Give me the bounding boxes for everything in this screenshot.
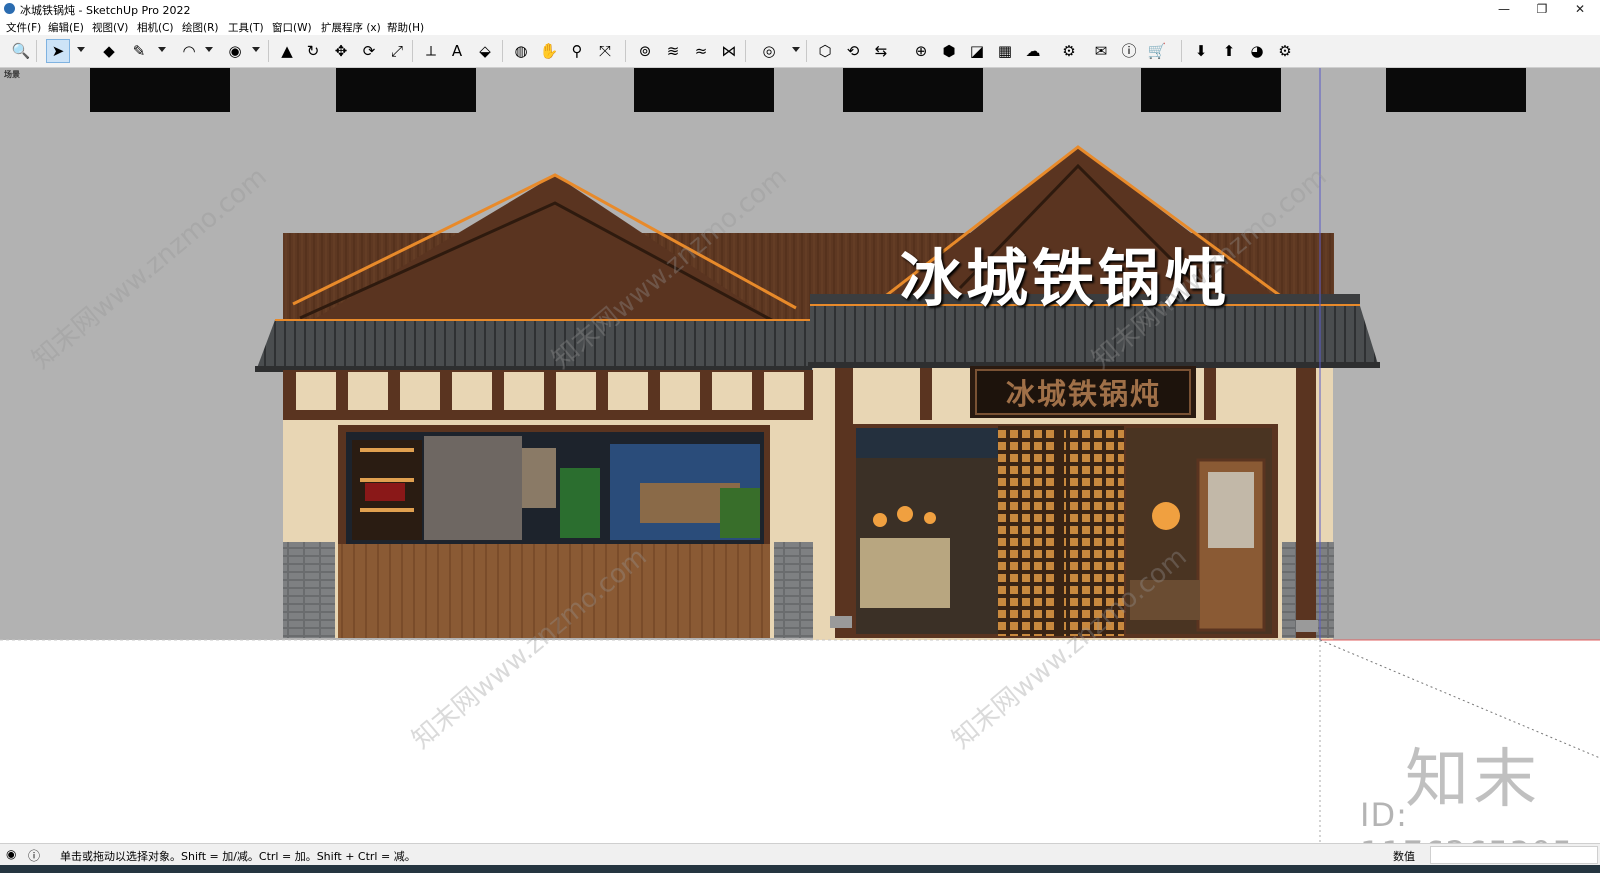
id-watermark: ID: 1176265305 — [1360, 796, 1573, 843]
window-title: 冰城铁锅炖 - SketchUp Pro 2022 — [20, 4, 191, 17]
shopping-cart-icon[interactable]: 🛒 — [1146, 40, 1168, 62]
toolbar-separator — [268, 40, 269, 62]
palette-icon[interactable]: ◕ — [1246, 40, 1268, 62]
scale-icon[interactable]: ⤢ — [386, 40, 408, 62]
menu-camera[interactable]: 相机(C) — [137, 20, 174, 35]
menu-file[interactable]: 文件(F) — [6, 20, 41, 35]
menu-view[interactable]: 视图(V) — [92, 20, 128, 35]
layout-icon[interactable]: ◪ — [966, 40, 988, 62]
shape-dropdown-chevron-icon[interactable] — [252, 47, 260, 52]
menu-extensions[interactable]: 扩展程序 (x) — [321, 20, 381, 35]
restore-button[interactable]: ❐ — [1524, 0, 1560, 18]
toolbar-separator — [36, 40, 37, 62]
taskbar-edge — [0, 865, 1600, 873]
toolbar-separator — [502, 40, 503, 62]
extension-warehouse-icon[interactable]: ⬢ — [938, 40, 960, 62]
checkerboard-icon[interactable]: ▦ — [994, 40, 1016, 62]
status-bar: ◉ ⓘ 单击或拖动以选择对象。Shift = 加/减。Ctrl = 加。Shif… — [0, 843, 1600, 866]
menu-draw[interactable]: 绘图(R) — [182, 20, 219, 35]
menu-bar: 文件(F) 编辑(E) 视图(V) 相机(C) 绘图(R) 工具(T) 窗口(W… — [0, 18, 1600, 35]
upload-tray-icon[interactable]: ⬆ — [1218, 40, 1240, 62]
geo-location-icon[interactable]: ◉ — [6, 847, 16, 861]
user-account-icon[interactable]: ◎ — [758, 40, 780, 62]
move-icon[interactable]: ✥ — [330, 40, 352, 62]
credits-info-icon[interactable]: ⓘ — [28, 847, 40, 864]
push-pull-icon[interactable]: ▲ — [276, 40, 298, 62]
toolbar-separator — [625, 40, 626, 62]
mail-icon[interactable]: ✉ — [1090, 40, 1112, 62]
follow-me-icon[interactable]: ↻ — [302, 40, 324, 62]
close-button[interactable]: ✕ — [1562, 0, 1598, 18]
scene-tab[interactable]: 场景 — [4, 69, 20, 80]
zoom-extents-icon[interactable]: ⤧ — [594, 40, 616, 62]
zoom-icon[interactable]: ⚲ — [566, 40, 588, 62]
shop-sign-plaque: 冰城铁锅炖 — [1006, 377, 1162, 411]
menu-window[interactable]: 窗口(W) — [272, 20, 312, 35]
cloud-upload-icon[interactable]: ☁ — [1022, 40, 1044, 62]
menu-tools[interactable]: 工具(T) — [228, 20, 264, 35]
rotate-icon[interactable]: ⟳ — [358, 40, 380, 62]
sandbox-from-contours-icon[interactable]: ⊚ — [634, 40, 656, 62]
menu-help[interactable]: 帮助(H) — [387, 20, 424, 35]
title-bar: 冰城铁锅炖 - SketchUp Pro 2022 — ❐ ✕ — [0, 0, 1600, 18]
main-toolbar: 🔍 ➤ ◆ ✎ ◠ ◉ ▲ ↻ ✥ ⟳ ⤢ ⟂ A ⬙ ◍ ✋ ⚲ ⤧ ⊚ ≋ ≈ ⋈ ◎ ⬡ ⟲ ⇆ ⊕ ⬢ ◪ ▦ ☁ ⚙ ✉ ⓘ 🛒 ⬇ ⬆ ◕ ⚙ — [0, 35, 1600, 68]
account-dropdown-chevron-icon[interactable] — [792, 47, 800, 52]
arc-dropdown-chevron-icon[interactable] — [205, 47, 213, 52]
eraser-icon[interactable]: ◆ — [98, 40, 120, 62]
measurements-label: 数值 — [1393, 850, 1415, 863]
select-dropdown-chevron-icon[interactable] — [77, 47, 85, 52]
zoom-window-icon[interactable]: 🔍 — [10, 40, 32, 62]
menu-edit[interactable]: 编辑(E) — [48, 20, 84, 35]
settings-gears-icon[interactable]: ⚙ — [1058, 40, 1080, 62]
tape-measure-icon[interactable]: ⟂ — [420, 40, 442, 62]
pencil-line-icon[interactable]: ✎ — [128, 40, 150, 62]
info-icon[interactable]: ⓘ — [1118, 40, 1140, 62]
arc-icon[interactable]: ◠ — [178, 40, 200, 62]
status-hint: 单击或拖动以选择对象。Shift = 加/减。Ctrl = 加。Shift + … — [60, 850, 416, 863]
circle-shape-icon[interactable]: ◉ — [224, 40, 246, 62]
paint-bucket-icon[interactable]: ⬙ — [474, 40, 496, 62]
measurements-input[interactable] — [1430, 846, 1598, 864]
gear-plugin-icon[interactable]: ⚙ — [1274, 40, 1296, 62]
warehouse-icon[interactable]: ⬡ — [814, 40, 836, 62]
toolbar-separator — [745, 40, 746, 62]
sandbox-scratch-icon[interactable]: ≋ — [662, 40, 684, 62]
select-arrow-icon[interactable]: ➤ — [46, 39, 70, 63]
toolbar-separator — [1181, 40, 1182, 62]
add-location-icon[interactable]: ⊕ — [910, 40, 932, 62]
toolbar-separator — [412, 40, 413, 62]
orbit-icon[interactable]: ◍ — [510, 40, 532, 62]
sandbox-stamp-icon[interactable]: ⋈ — [718, 40, 740, 62]
sketchup-app-icon — [4, 3, 15, 14]
line-dropdown-chevron-icon[interactable] — [158, 47, 166, 52]
toolbar-separator — [806, 40, 807, 62]
model-viewport[interactable]: 场景 冰城铁锅炖 冰城铁锅炖 知末网www.znzmo.com 知末网www.z… — [0, 68, 1600, 843]
pan-icon[interactable]: ✋ — [538, 40, 560, 62]
text-label-icon[interactable]: A — [446, 40, 468, 62]
export-icon[interactable]: ⇆ — [870, 40, 892, 62]
sandbox-smoove-icon[interactable]: ≈ — [690, 40, 712, 62]
refresh-icon[interactable]: ⟲ — [842, 40, 864, 62]
download-tray-icon[interactable]: ⬇ — [1190, 40, 1212, 62]
minimize-button[interactable]: — — [1486, 0, 1522, 18]
